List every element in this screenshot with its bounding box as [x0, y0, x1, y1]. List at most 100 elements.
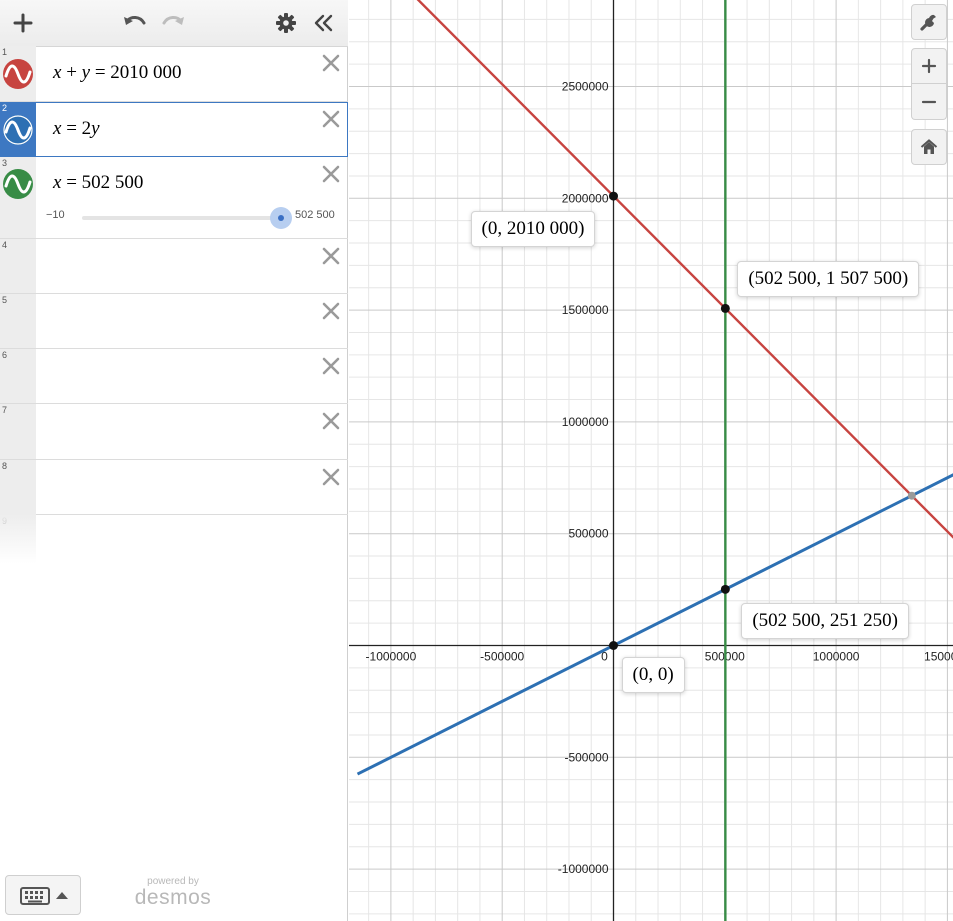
intersection-marker[interactable]	[907, 491, 916, 500]
list-fade	[0, 514, 36, 564]
double-chevron-left-icon	[314, 14, 333, 32]
minus-icon	[921, 100, 937, 103]
delete-expression-button[interactable]	[322, 247, 340, 265]
expression-index: 3	[2, 158, 8, 168]
wrench-icon	[920, 14, 936, 31]
close-icon	[322, 247, 340, 265]
close-icon	[322, 54, 340, 72]
delete-expression-button[interactable]	[322, 357, 340, 375]
close-icon	[322, 412, 340, 430]
desmos-app: 1 x + y = 2010 000 2 x = 2y 3 x = 502 50…	[0, 0, 953, 921]
expression-list: 1 x + y = 2010 000 2 x = 2y 3 x = 502 50…	[0, 46, 348, 565]
expression-index: 8	[2, 461, 8, 471]
math-variable: y	[81, 62, 91, 83]
y-tick-label: 2000000	[562, 191, 609, 205]
point-marker[interactable]	[609, 191, 618, 201]
point-marker[interactable]	[609, 641, 618, 650]
delete-expression-button[interactable]	[322, 412, 340, 430]
add-item-button[interactable]	[8, 8, 38, 38]
point-label[interactable]: (502 500, 1 507 500)	[737, 261, 920, 298]
powered-by-desmos[interactable]: powered by desmos	[132, 876, 214, 908]
empty-expression-row[interactable]: 5	[0, 294, 348, 349]
point-label[interactable]: (0, 0)	[621, 656, 685, 693]
x-tick-label: -1000000	[366, 650, 417, 664]
delete-expression-button[interactable]	[322, 302, 340, 320]
empty-expression-row[interactable]: 6	[0, 349, 348, 404]
point-marker[interactable]	[720, 584, 730, 594]
x-tick-label: 1500000	[924, 650, 953, 664]
value-slider: −10 502 500	[46, 207, 340, 229]
collapse-panel-button[interactable]	[310, 8, 338, 38]
close-icon	[322, 165, 340, 183]
redo-button[interactable]	[158, 8, 188, 38]
desmos-logo: desmos	[134, 886, 212, 909]
point-label[interactable]: (0, 2010 000)	[470, 211, 596, 248]
graph-canvas[interactable]: -1000000-5000000500000100000015000002500…	[349, 0, 953, 921]
slider-track[interactable]	[82, 216, 281, 220]
settings-button[interactable]	[272, 8, 300, 38]
undo-button[interactable]	[120, 8, 150, 38]
point-marker[interactable]	[720, 303, 730, 313]
slider-max[interactable]: 502 500	[295, 209, 335, 221]
empty-expression-row[interactable]: 7	[0, 404, 348, 460]
expression-input[interactable]: x = 2y	[53, 118, 100, 140]
default-viewport-button[interactable]	[911, 129, 947, 165]
keypad-toggle-button[interactable]	[5, 875, 81, 915]
close-icon	[322, 357, 340, 375]
delete-expression-button[interactable]	[322, 110, 340, 128]
slider-thumb-dot	[278, 215, 284, 221]
y-tick-label: 500000	[568, 527, 608, 541]
expression-tab: 1	[0, 46, 36, 101]
expression-row[interactable]: 2 x = 2y	[0, 102, 348, 157]
expression-tab: 4	[0, 239, 36, 293]
expression-tab: 8	[0, 460, 36, 514]
expression-tab: 7	[0, 404, 36, 459]
slider-thumb[interactable]	[270, 207, 292, 229]
y-tick-label: -500000	[564, 750, 608, 764]
graph-color-icon[interactable]	[3, 59, 33, 89]
y-tick-label: 2500000	[562, 80, 609, 94]
new-expression-row[interactable]: 9	[0, 515, 348, 565]
close-icon	[322, 302, 340, 320]
plus-icon	[13, 13, 33, 33]
undo-icon	[124, 16, 146, 25]
expression-row[interactable]: 3 x = 502 500 −10 502 500	[0, 157, 348, 239]
expression-index: 4	[2, 240, 8, 250]
plus-icon	[921, 58, 937, 74]
zoom-in-button[interactable]	[911, 48, 947, 84]
math-variable: y	[91, 118, 100, 139]
empty-expression-row[interactable]: 4	[0, 239, 348, 294]
expression-tab: 6	[0, 349, 36, 403]
graph-color-icon[interactable]	[3, 115, 33, 145]
expression-panel: 1 x + y = 2010 000 2 x = 2y 3 x = 502 50…	[0, 0, 348, 921]
expression-index: 7	[2, 405, 8, 415]
expression-tab: 2	[0, 102, 36, 156]
math-text: = 2	[61, 118, 92, 139]
expression-index: 1	[2, 47, 8, 57]
slider-min[interactable]: −10	[46, 209, 65, 221]
empty-expression-row[interactable]: 8	[0, 460, 348, 515]
expression-index: 2	[2, 103, 8, 113]
point-label[interactable]: (502 500, 251 250)	[741, 603, 909, 640]
delete-expression-button[interactable]	[322, 54, 340, 72]
y-tick-label: 1000000	[562, 415, 609, 429]
graph-paper[interactable]: -1000000-5000000500000100000015000002500…	[349, 0, 953, 921]
close-icon	[322, 468, 340, 486]
expression-input[interactable]: x = 502 500	[53, 172, 143, 194]
y-tick-label: -1000000	[558, 862, 609, 876]
expression-tab: 3	[0, 157, 36, 238]
expression-row[interactable]: 1 x + y = 2010 000	[0, 46, 348, 102]
y-tick-label: 1500000	[562, 303, 609, 317]
delete-expression-button[interactable]	[322, 468, 340, 486]
keyboard-icon	[20, 887, 68, 905]
math-text: = 2010 000	[90, 62, 182, 83]
home-icon	[920, 139, 938, 154]
graph-settings-button[interactable]	[911, 4, 947, 40]
close-icon	[322, 110, 340, 128]
math-text: = 502 500	[61, 172, 144, 193]
graph-color-icon[interactable]	[3, 169, 33, 199]
zoom-out-button[interactable]	[911, 84, 947, 120]
gear-icon	[276, 13, 296, 33]
delete-expression-button[interactable]	[322, 165, 340, 183]
expression-input[interactable]: x + y = 2010 000	[53, 62, 182, 84]
